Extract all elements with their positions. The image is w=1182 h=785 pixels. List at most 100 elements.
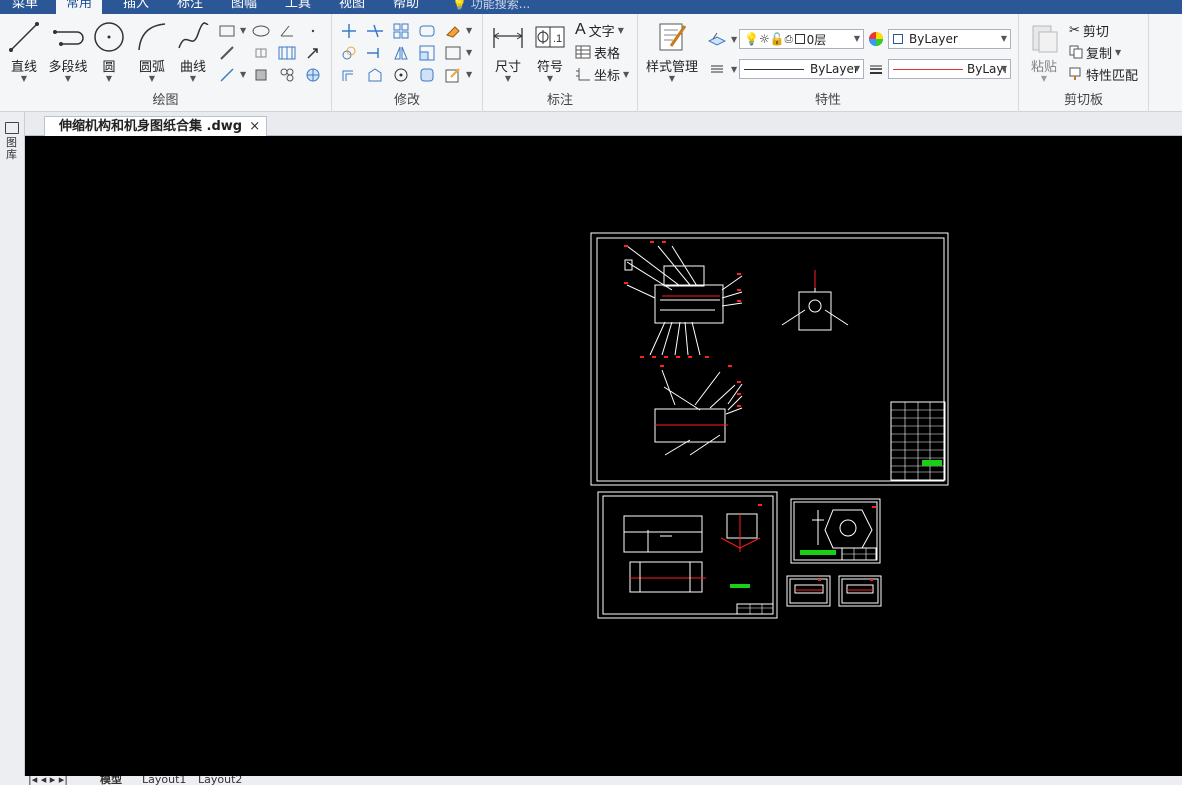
trim-icon xyxy=(367,24,383,38)
tab-frame[interactable]: 图幅 xyxy=(221,0,267,14)
arc-dropdown-icon[interactable]: ▼ xyxy=(134,75,170,83)
curve-dropdown-icon[interactable]: ▼ xyxy=(174,75,212,83)
line-dropdown-icon[interactable]: ▼ xyxy=(6,75,42,83)
construction-line-tool[interactable] xyxy=(216,44,238,62)
tab-tools[interactable]: 工具 xyxy=(275,0,321,14)
paste-dropdown-icon[interactable]: ▼ xyxy=(1027,75,1061,83)
rotate-tool[interactable] xyxy=(390,66,412,84)
layout-nav-arrows[interactable]: |◂ ◂ ▸ ▸| xyxy=(28,776,68,785)
tab-help[interactable]: 帮助 xyxy=(383,0,429,14)
coordinate-button[interactable]: 坐标 ▼ xyxy=(575,64,629,84)
erase-dropdown-icon[interactable]: ▼ xyxy=(466,26,472,35)
paste-button[interactable]: 粘贴 ▼ xyxy=(1027,20,1061,83)
lineweight-select[interactable]: ByLayı ▼ xyxy=(888,59,1011,79)
rectangle-tool[interactable] xyxy=(216,22,238,40)
tab-annotate[interactable]: 标注 xyxy=(167,0,213,14)
arc-button[interactable]: 圆弧 ▼ xyxy=(134,20,170,83)
fillet-tool[interactable] xyxy=(416,22,438,40)
linetype-select-dropdown-icon[interactable]: ▼ xyxy=(854,60,860,78)
color-wheel-tool[interactable] xyxy=(865,30,887,48)
properties-edit-tool[interactable] xyxy=(442,66,464,84)
copy-tool[interactable] xyxy=(338,44,360,62)
arc-label: 圆弧 xyxy=(138,60,165,75)
layer-select-dropdown-icon[interactable]: ▼ xyxy=(854,30,860,48)
text-button[interactable]: A 文字 ▼ xyxy=(575,20,624,40)
scale-tool[interactable] xyxy=(416,44,438,62)
document-tab[interactable]: 伸缩机构和机身图纸合集 .dwg × xyxy=(44,116,268,136)
dimension-button[interactable]: 尺寸 ▼ xyxy=(491,20,525,83)
extend-tool[interactable] xyxy=(364,44,386,62)
lineweight-tool[interactable] xyxy=(865,60,887,78)
point-tool[interactable] xyxy=(302,22,324,40)
ray-dropdown-icon[interactable]: ▼ xyxy=(240,70,246,79)
tab-view[interactable]: 视图 xyxy=(329,0,375,14)
color-select-dropdown-icon[interactable]: ▼ xyxy=(1001,30,1007,48)
library-sidebar-label[interactable]: 图库 xyxy=(6,137,19,161)
tab-layout1[interactable]: Layout1 xyxy=(142,776,186,785)
tab-insert[interactable]: 插入 xyxy=(113,0,159,14)
drawing-sheet-detail-b[interactable] xyxy=(838,575,882,607)
boundary-tool[interactable] xyxy=(250,66,272,84)
drawing-sheet-detail-a[interactable] xyxy=(786,575,831,607)
circle-button[interactable]: 圆 ▼ xyxy=(92,20,126,83)
polyline-button[interactable]: 多段线 ▼ xyxy=(46,20,90,83)
linetype-manager-tool[interactable] xyxy=(706,60,728,78)
erase-tool[interactable] xyxy=(442,22,464,40)
match-properties-button[interactable]: 特性匹配 xyxy=(1069,64,1138,84)
stretch-tool[interactable] xyxy=(442,44,464,62)
coordinate-dropdown-icon[interactable]: ▼ xyxy=(623,70,629,79)
library-icon[interactable] xyxy=(5,122,19,134)
trim-tool[interactable] xyxy=(364,22,386,40)
polyline-dropdown-icon[interactable]: ▼ xyxy=(46,75,90,83)
tab-home[interactable]: 常用 xyxy=(56,0,103,14)
curve-button[interactable]: 曲线 ▼ xyxy=(174,20,212,83)
style-manager-dropdown-icon[interactable]: ▼ xyxy=(644,75,700,83)
function-search[interactable]: 💡 功能搜索... xyxy=(452,0,530,14)
explode-tool[interactable] xyxy=(416,66,438,84)
move-tool[interactable] xyxy=(338,22,360,40)
function-search-input[interactable]: 功能搜索... xyxy=(471,0,530,11)
color-select[interactable]: ByLayer ▼ xyxy=(888,29,1011,49)
block-tool[interactable] xyxy=(276,66,298,84)
circle-dropdown-icon[interactable]: ▼ xyxy=(92,75,126,83)
text-dropdown-icon[interactable]: ▼ xyxy=(618,26,624,35)
ray-tool[interactable] xyxy=(216,66,238,84)
edit-dropdown-icon[interactable]: ▼ xyxy=(466,70,472,79)
angle-tool[interactable] xyxy=(276,22,298,40)
tab-model[interactable]: 模型 xyxy=(100,776,122,785)
pointer-tool[interactable] xyxy=(302,44,324,62)
linetype-select[interactable]: ByLayer ▼ xyxy=(739,59,864,79)
offset-tool[interactable] xyxy=(338,66,360,84)
drawing-sheet-main-assembly[interactable] xyxy=(590,232,949,486)
symbol-button[interactable]: .1 符号 ▼ xyxy=(533,20,567,83)
table-button[interactable]: 表格 xyxy=(575,42,620,62)
drawing-sheet-part[interactable] xyxy=(790,498,881,564)
stretch-dropdown-icon[interactable]: ▼ xyxy=(466,48,472,57)
copy-dropdown-icon[interactable]: ▼ xyxy=(1115,48,1121,57)
tab-layout2[interactable]: Layout2 xyxy=(198,776,242,785)
region-tool[interactable] xyxy=(250,44,272,62)
rectangle-dropdown-icon[interactable]: ▼ xyxy=(240,26,246,35)
text-icon: A xyxy=(575,21,586,38)
close-icon[interactable]: × xyxy=(249,117,260,136)
drawing-canvas[interactable] xyxy=(25,136,1182,776)
break-tool[interactable] xyxy=(364,66,386,84)
lineweight-select-dropdown-icon[interactable]: ▼ xyxy=(1001,60,1007,78)
ellipse-tool[interactable] xyxy=(250,22,272,40)
cut-button[interactable]: ✂ 剪切 xyxy=(1069,20,1109,40)
symbol-dropdown-icon[interactable]: ▼ xyxy=(533,75,567,83)
mirror-tool[interactable] xyxy=(390,44,412,62)
drawing-sheet-frame[interactable] xyxy=(597,491,778,619)
line-button[interactable]: 直线 ▼ xyxy=(6,20,42,83)
hatch-tool[interactable] xyxy=(276,44,298,62)
copy-button[interactable]: 复制 ▼ xyxy=(1069,42,1121,62)
array-tool[interactable] xyxy=(390,22,412,40)
tab-menu[interactable]: 菜单 xyxy=(2,0,48,14)
style-manager-button[interactable]: 样式管理 ▼ xyxy=(644,20,700,83)
dimension-dropdown-icon[interactable]: ▼ xyxy=(491,75,525,83)
linetype-manager-dropdown-icon[interactable]: ▼ xyxy=(731,65,737,74)
insert-block-tool[interactable] xyxy=(302,66,324,84)
layer-manager-dropdown-icon[interactable]: ▼ xyxy=(731,35,737,44)
layer-select[interactable]: 💡 ☼ 🔓 ⎙ 0层 ▼ xyxy=(739,29,864,49)
layer-manager-tool[interactable] xyxy=(706,30,728,48)
